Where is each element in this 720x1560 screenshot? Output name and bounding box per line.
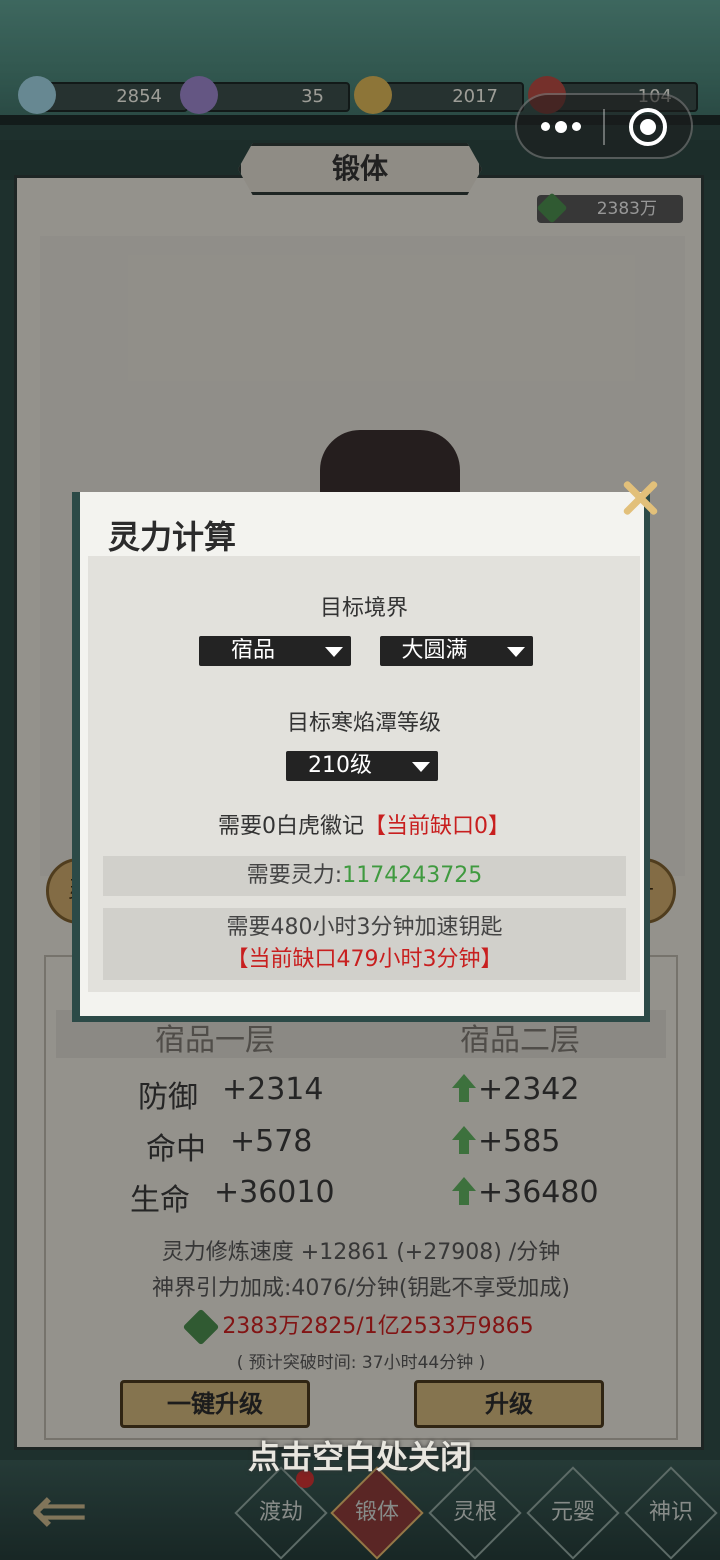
key-requirement: 需要480小时3分钟加速钥匙 【当前缺口479小时3分钟】: [103, 908, 626, 980]
power-requirement: 需要灵力:1174243725: [103, 856, 626, 896]
exit-icon[interactable]: [629, 108, 667, 146]
badge-requirement: 需要0白虎徽记【当前缺口0】: [218, 814, 510, 839]
stage-select[interactable]: 大圆满: [380, 636, 533, 666]
target-pool-label: 目标寒焰潭等级: [286, 711, 441, 736]
close-icon[interactable]: [620, 478, 660, 518]
capsule-divider: [603, 109, 605, 145]
realm-select[interactable]: 宿品: [199, 636, 351, 666]
chevron-down-icon: [412, 762, 430, 772]
chevron-down-icon: [507, 647, 525, 657]
dialog-title: 灵力计算: [108, 518, 237, 556]
pool-level-select[interactable]: 210级: [286, 751, 438, 781]
miniprogram-capsule: [515, 93, 693, 159]
more-icon[interactable]: [541, 118, 581, 136]
target-realm-label: 目标境界: [319, 596, 408, 621]
chevron-down-icon: [325, 647, 343, 657]
close-hint: 点击空白处关闭: [247, 1438, 472, 1476]
